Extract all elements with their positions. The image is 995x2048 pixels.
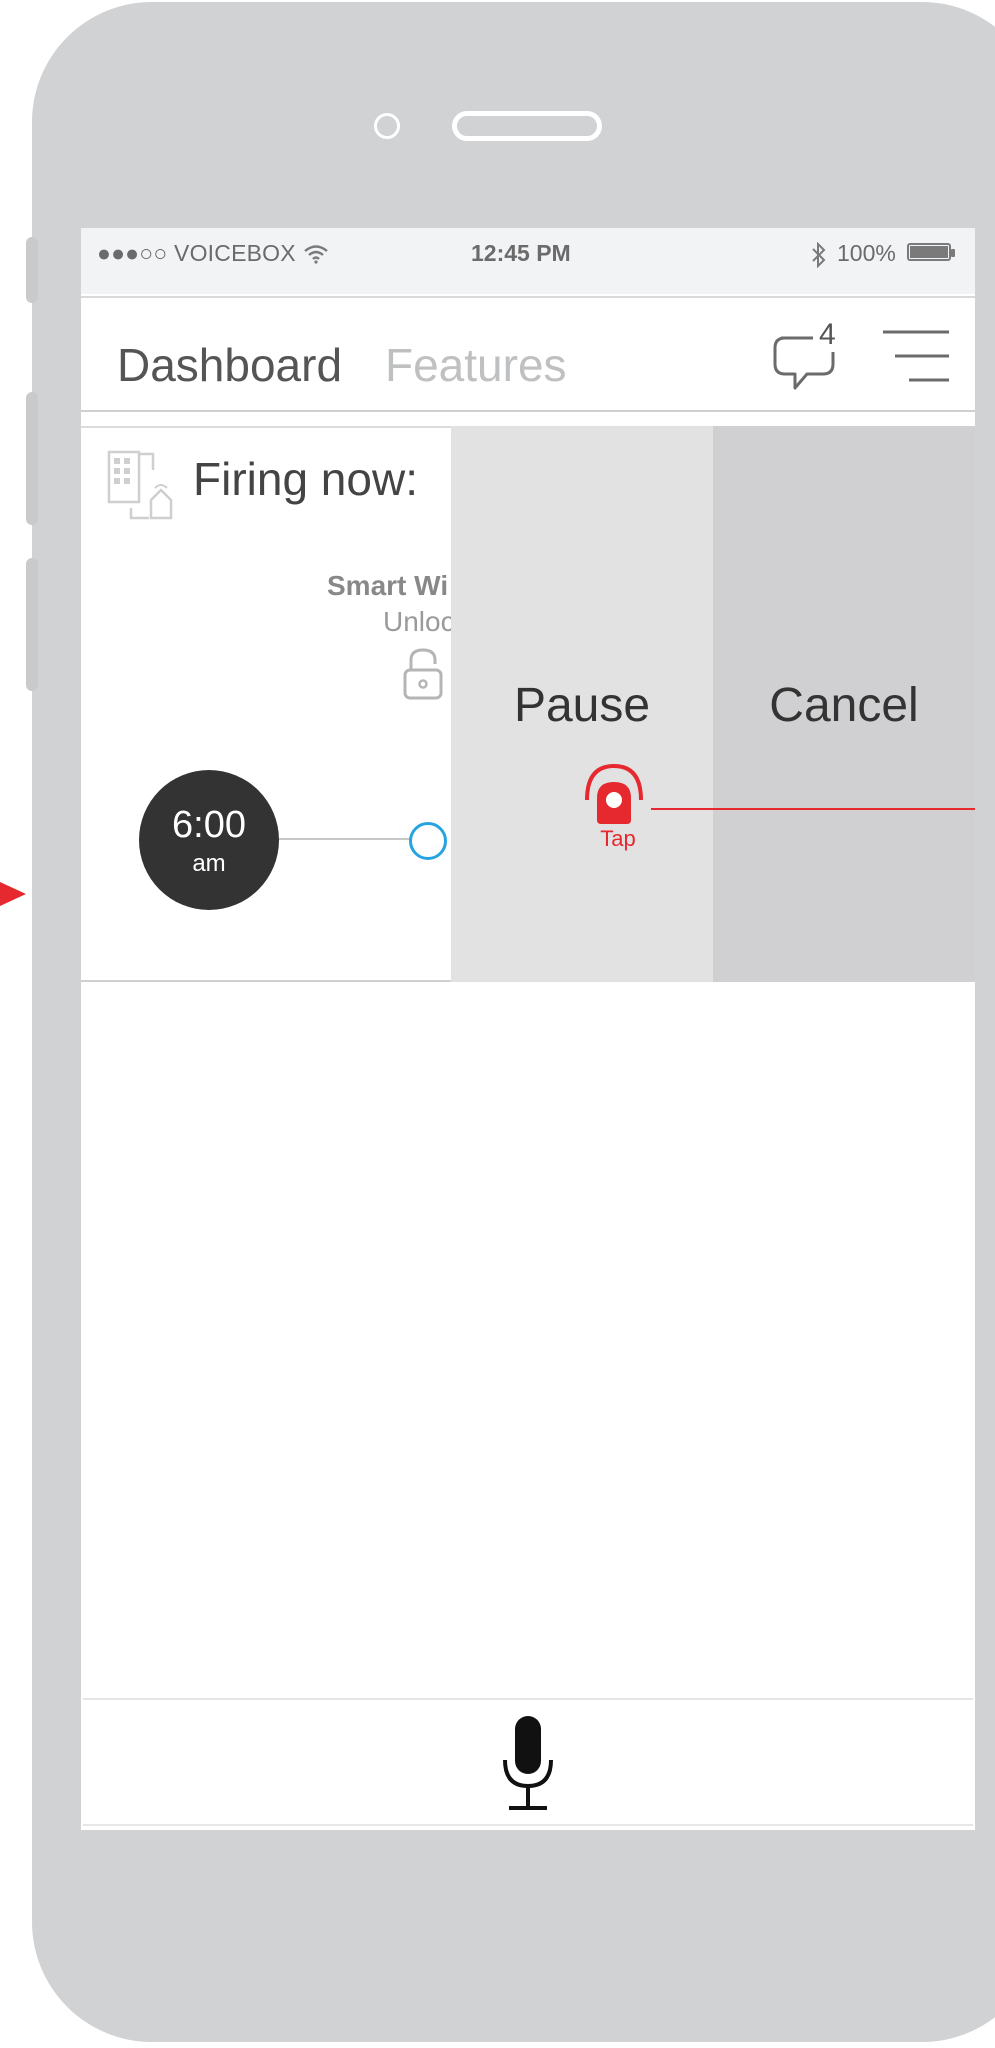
timeline-track bbox=[279, 838, 419, 840]
messages-button[interactable]: 4 bbox=[767, 318, 847, 394]
battery-icon bbox=[907, 243, 955, 261]
earpiece-speaker bbox=[452, 111, 602, 141]
phone-side-button bbox=[26, 237, 38, 303]
carrier-label: ●●●○○ VOICEBOX bbox=[97, 240, 296, 266]
timeline-node[interactable] bbox=[409, 822, 447, 860]
status-bar: ●●●○○ VOICEBOX 12:45 PM 100% bbox=[81, 228, 975, 294]
device-name: Smart Wi bbox=[327, 570, 449, 601]
time-period: am bbox=[192, 850, 226, 877]
bluetooth-icon bbox=[812, 242, 826, 268]
unlocked-padlock-icon bbox=[403, 648, 443, 700]
cancel-label: Cancel bbox=[769, 679, 919, 732]
battery-percent: 100% bbox=[837, 240, 896, 266]
tap-gesture-icon bbox=[585, 763, 643, 824]
arrow-right-icon bbox=[0, 882, 26, 906]
message-count-badge: 4 bbox=[819, 318, 836, 351]
microphone-icon[interactable] bbox=[499, 1714, 557, 1814]
building-home-icon bbox=[107, 450, 173, 520]
tap-connector-line-extension bbox=[713, 808, 975, 810]
pause-label: Pause bbox=[513, 679, 651, 732]
status-time: 12:45 PM bbox=[471, 240, 571, 266]
phone-screen: ●●●○○ VOICEBOX 12:45 PM 100% Dashboard F… bbox=[81, 228, 975, 1830]
top-nav: Dashboard Features 4 bbox=[81, 296, 975, 412]
card-title: Firing now: bbox=[193, 453, 418, 505]
pause-button[interactable]: Pause Tap bbox=[451, 426, 713, 982]
voice-input-bar bbox=[83, 1698, 973, 1826]
front-camera bbox=[374, 113, 400, 139]
hamburger-menu-icon[interactable] bbox=[879, 328, 951, 388]
phone-volume-up-button bbox=[26, 392, 38, 525]
wifi-icon bbox=[304, 245, 328, 264]
time-circle: 6:00 am bbox=[139, 770, 279, 910]
tab-dashboard[interactable]: Dashboard bbox=[117, 338, 342, 392]
tab-features[interactable]: Features bbox=[385, 338, 567, 392]
phone-volume-down-button bbox=[26, 558, 38, 691]
cancel-button[interactable]: Cancel bbox=[713, 426, 975, 982]
tap-connector-line bbox=[651, 808, 713, 810]
time-value: 6:00 bbox=[172, 804, 246, 846]
device-state: Unloc bbox=[383, 606, 455, 637]
